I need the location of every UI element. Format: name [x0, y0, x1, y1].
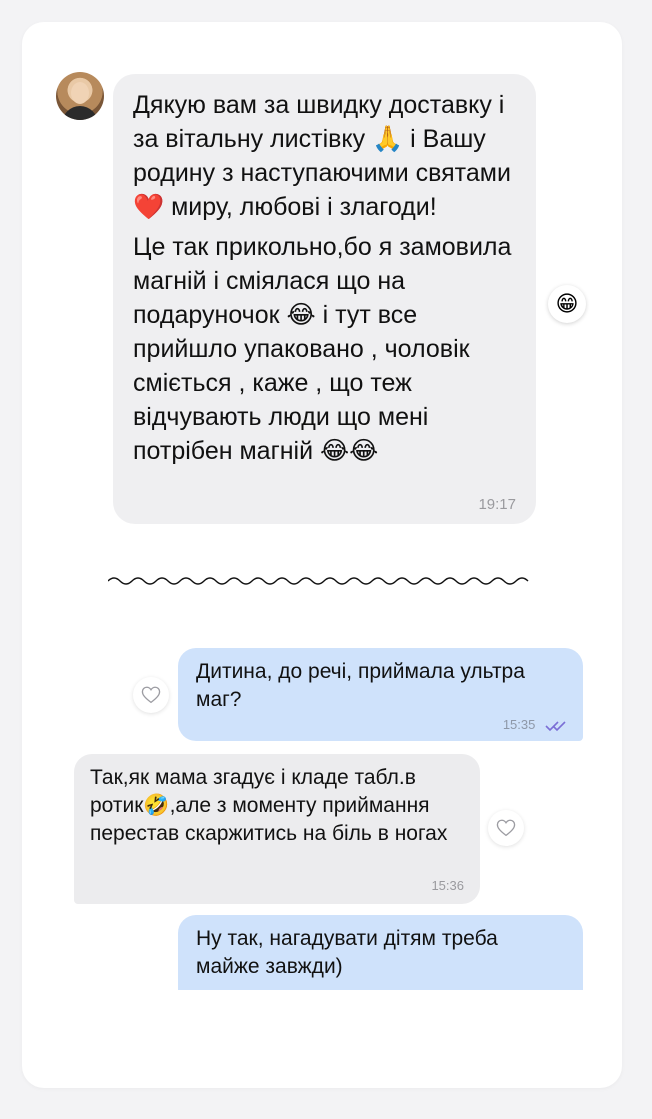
wavy-divider	[108, 577, 529, 585]
message-text: Дитина, до речі, приймала ультра маг?	[196, 660, 525, 711]
read-checks-icon	[545, 720, 566, 731]
review-paragraph-1: Дякую вам за швидку доставку і за віталь…	[133, 91, 511, 221]
avatar-shoulders	[62, 106, 98, 120]
review-paragraph-2: Це так прикольно,бо я замовила магній і …	[133, 233, 512, 465]
review-message-bubble[interactable]: Дякую вам за швидку доставку і за віталь…	[113, 74, 536, 524]
heart-outline-icon	[496, 819, 516, 837]
message-text: Ну так, нагадувати дітям треба майже зав…	[196, 927, 498, 978]
message-meta: 15:35	[503, 717, 567, 733]
like-heart-icon[interactable]	[133, 677, 169, 713]
message-time: 15:35	[502, 717, 536, 732]
heart-outline-icon	[141, 686, 161, 704]
sender-avatar[interactable]	[56, 72, 104, 120]
chat-message-outgoing-2[interactable]: Ну так, нагадувати дітям треба майже зав…	[178, 915, 583, 990]
message-time: 15:36	[431, 878, 464, 893]
like-heart-icon[interactable]	[488, 810, 524, 846]
reaction-emoji-glyph: 😁	[555, 291, 579, 316]
review-message-time: 19:17	[478, 496, 516, 513]
chat-message-outgoing-1[interactable]: Дитина, до речі, приймала ультра маг? 15…	[178, 648, 583, 741]
reaction-emoji-icon[interactable]: 😁	[548, 285, 586, 323]
message-text: Так,як мама згадує і кладе табл.в ротик🤣…	[90, 766, 448, 845]
chat-message-incoming-1[interactable]: Так,як мама згадує і кладе табл.в ротик🤣…	[74, 754, 480, 904]
avatar-face	[71, 82, 89, 104]
